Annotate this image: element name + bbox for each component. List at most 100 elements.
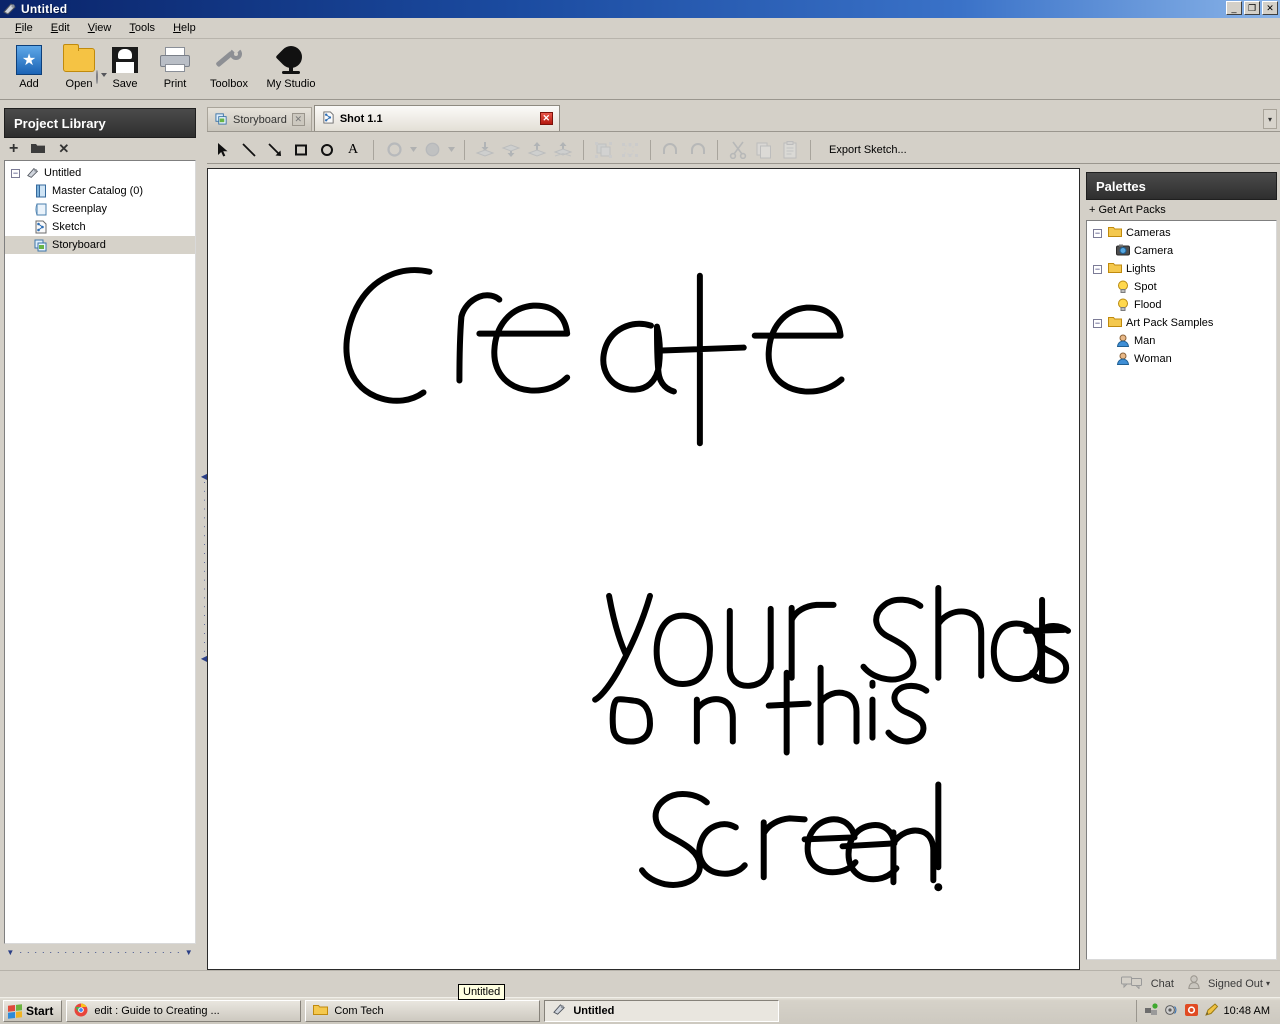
account-caret-icon[interactable]: ▾ bbox=[1266, 979, 1270, 988]
bring-forward-tool[interactable] bbox=[525, 138, 549, 162]
shield-icon[interactable] bbox=[1184, 1003, 1199, 1020]
user-icon bbox=[1188, 975, 1200, 992]
taskbar-item-com-tech[interactable]: Com Tech bbox=[305, 1000, 541, 1022]
taskbar-item-chrome[interactable]: edit : Guide to Creating ... bbox=[66, 1000, 302, 1022]
bring-to-front-tool[interactable] bbox=[551, 138, 575, 162]
ellipse-tool[interactable] bbox=[315, 138, 339, 162]
screenplay-icon bbox=[34, 202, 48, 216]
tree-item-untitled[interactable]: − Untitled bbox=[5, 164, 195, 182]
chat-label[interactable]: Chat bbox=[1151, 978, 1174, 990]
menu-tools[interactable]: Tools bbox=[120, 20, 164, 36]
ungroup-tool[interactable] bbox=[618, 138, 642, 162]
print-button[interactable]: Print bbox=[150, 42, 200, 90]
paste-button[interactable] bbox=[778, 138, 802, 162]
palette-group-art-pack-samples[interactable]: − Art Pack Samples bbox=[1087, 314, 1276, 332]
project-library-hscroll[interactable]: ▼ · · · · · · · · · · · · · · · · · · · … bbox=[4, 946, 196, 958]
tree-item-sketch[interactable]: Sketch bbox=[5, 218, 195, 236]
sketch-icon bbox=[322, 110, 335, 127]
undo-button[interactable] bbox=[659, 138, 683, 162]
project-icon bbox=[26, 166, 40, 180]
expander-icon[interactable]: − bbox=[1093, 318, 1102, 328]
add-item-button[interactable]: + bbox=[9, 140, 18, 158]
volume-icon[interactable] bbox=[1164, 1003, 1179, 1020]
line-tool[interactable] bbox=[237, 138, 261, 162]
minimize-button[interactable]: _ bbox=[1226, 1, 1242, 15]
my-studio-button[interactable]: My Studio bbox=[258, 41, 324, 90]
network-icon[interactable] bbox=[1144, 1002, 1159, 1020]
fill-color-tool[interactable] bbox=[420, 138, 444, 162]
rectangle-tool[interactable] bbox=[289, 138, 313, 162]
toolbox-button-label: Toolbox bbox=[210, 78, 248, 90]
pencil-icon[interactable] bbox=[1204, 1002, 1219, 1020]
close-button[interactable]: ✕ bbox=[1262, 1, 1278, 15]
start-button[interactable]: Start bbox=[3, 1000, 63, 1022]
toolbar-separator bbox=[650, 139, 651, 160]
stroke-color-dropdown[interactable] bbox=[408, 138, 418, 162]
fill-color-dropdown[interactable] bbox=[446, 138, 456, 162]
taskbar-item-untitled[interactable]: Untitled bbox=[544, 1000, 780, 1022]
person-icon bbox=[1116, 352, 1130, 366]
redo-button[interactable] bbox=[685, 138, 709, 162]
copy-button[interactable] bbox=[752, 138, 776, 162]
clock-label[interactable]: 10:48 AM bbox=[1224, 1005, 1270, 1017]
arrow-tool[interactable] bbox=[263, 138, 287, 162]
menu-file[interactable]: File bbox=[6, 20, 42, 36]
menu-help[interactable]: Help bbox=[164, 20, 205, 36]
palette-group-cameras[interactable]: − Cameras bbox=[1087, 224, 1276, 242]
new-folder-button[interactable] bbox=[31, 141, 46, 157]
status-bar: Chat Signed Out ▾ bbox=[0, 970, 1280, 996]
open-button-label: Open bbox=[65, 78, 93, 90]
tree-item-label: Sketch bbox=[52, 221, 86, 233]
cut-button[interactable] bbox=[726, 138, 750, 162]
tab-shot-1-1[interactable]: Shot 1.1 ✕ bbox=[313, 105, 560, 131]
chat-bubbles-icon[interactable] bbox=[1120, 976, 1143, 992]
palette-label: Flood bbox=[1134, 299, 1162, 311]
palette-item-man[interactable]: Man bbox=[1087, 332, 1276, 350]
palette-item-camera[interactable]: Camera bbox=[1087, 242, 1276, 260]
text-tool[interactable]: A bbox=[341, 138, 365, 162]
restore-button[interactable]: ❐ bbox=[1244, 1, 1260, 15]
tab-overflow-button[interactable]: ▾ bbox=[1263, 109, 1277, 129]
menu-view[interactable]: View bbox=[79, 20, 121, 36]
tab-close-icon[interactable]: ✕ bbox=[539, 112, 553, 125]
tab-close-icon[interactable]: ✕ bbox=[291, 113, 305, 126]
palettes-tree[interactable]: − Cameras Camera − Lights Spot Flood − A… bbox=[1086, 220, 1277, 960]
scroll-right-arrow[interactable]: ▼ bbox=[185, 948, 194, 957]
send-backward-tool[interactable] bbox=[499, 138, 523, 162]
add-button[interactable]: ★ Add bbox=[4, 42, 54, 90]
palette-item-flood[interactable]: Flood bbox=[1087, 296, 1276, 314]
sketch-canvas[interactable] bbox=[207, 168, 1080, 970]
my-studio-button-label: My Studio bbox=[266, 78, 316, 90]
expander-icon[interactable]: − bbox=[1093, 228, 1102, 238]
select-tool[interactable] bbox=[211, 138, 235, 162]
project-tree[interactable]: − Untitled Master Catalog (0) Screenplay… bbox=[4, 160, 196, 944]
add-button-label: Add bbox=[19, 78, 39, 90]
stroke-color-tool[interactable] bbox=[382, 138, 406, 162]
group-tool[interactable] bbox=[592, 138, 616, 162]
palettes-title: Palettes bbox=[1096, 178, 1146, 194]
tree-item-storyboard[interactable]: Storyboard bbox=[5, 236, 195, 254]
palette-label: Cameras bbox=[1126, 227, 1171, 239]
toolbox-button[interactable]: Toolbox bbox=[200, 42, 258, 90]
palette-group-lights[interactable]: − Lights bbox=[1087, 260, 1276, 278]
system-tray: 10:48 AM bbox=[1135, 1000, 1277, 1022]
expander-icon[interactable]: − bbox=[11, 168, 20, 178]
open-dropdown-arrow[interactable] bbox=[96, 69, 98, 84]
palette-item-woman[interactable]: Woman bbox=[1087, 350, 1276, 368]
palette-item-spot[interactable]: Spot bbox=[1087, 278, 1276, 296]
scroll-left-arrow[interactable]: ▼ bbox=[6, 948, 15, 957]
expander-icon[interactable]: − bbox=[1093, 264, 1102, 274]
menu-edit[interactable]: Edit bbox=[42, 20, 79, 36]
account-status-label[interactable]: Signed Out bbox=[1208, 978, 1263, 990]
delete-item-button[interactable]: ✕ bbox=[58, 141, 69, 157]
tab-storyboard[interactable]: Storyboard ✕ bbox=[207, 107, 312, 131]
menu-bar: File Edit View Tools Help bbox=[0, 18, 1280, 39]
export-sketch-button[interactable]: Export Sketch... bbox=[829, 144, 907, 156]
tree-item-screenplay[interactable]: Screenplay bbox=[5, 200, 195, 218]
tree-item-master-catalog[interactable]: Master Catalog (0) bbox=[5, 182, 195, 200]
get-art-packs-link[interactable]: + Get Art Packs bbox=[1082, 200, 1280, 220]
toolbar-separator bbox=[583, 139, 584, 160]
send-to-back-tool[interactable] bbox=[473, 138, 497, 162]
toolbar-separator bbox=[373, 139, 374, 160]
save-button[interactable]: Save bbox=[100, 42, 150, 90]
